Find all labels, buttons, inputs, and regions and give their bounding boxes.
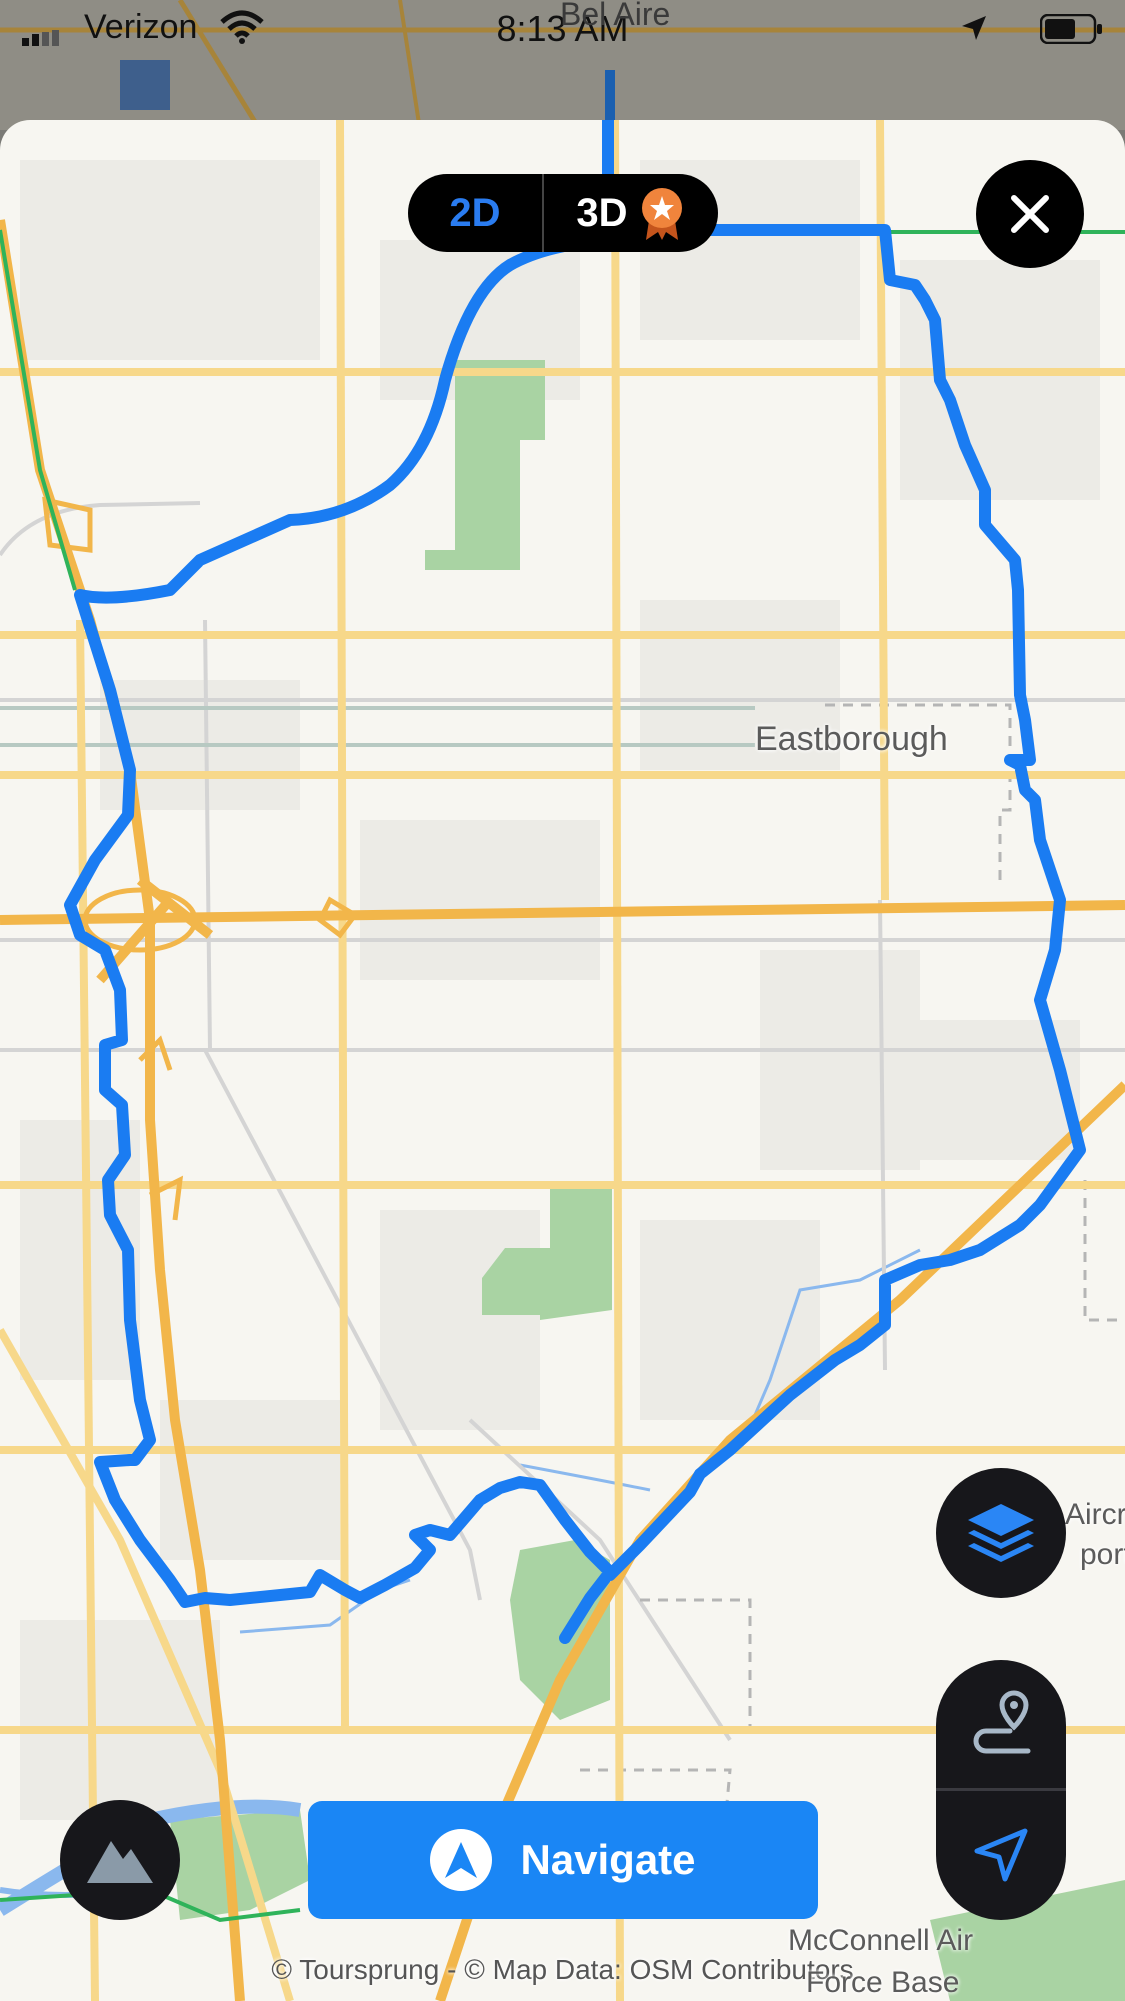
premium-badge-icon xyxy=(641,188,682,240)
place-label-airbase-2: Force Base xyxy=(806,1966,960,1999)
place-label-center: Eastborough xyxy=(755,720,948,758)
view-3d-label: 3D xyxy=(576,190,628,235)
place-label-airport-1: Aircr xyxy=(1065,1498,1125,1531)
map-sheet: Eastborough Aircr port McConnell Air 2D … xyxy=(0,120,1125,2001)
map-tools-group xyxy=(936,1660,1066,1920)
layers-icon xyxy=(968,1504,1034,1562)
navigate-label: Navigate xyxy=(520,1836,696,1883)
place-label-top: Bel Aire xyxy=(560,0,671,32)
close-icon xyxy=(1011,195,1049,233)
view-3d-option[interactable]: 3D xyxy=(544,174,718,252)
locate-me-button[interactable] xyxy=(936,1791,1066,1919)
mountain-icon xyxy=(87,1841,153,1883)
view-mode-toggle: 2D 3D xyxy=(408,174,718,252)
battery-icon xyxy=(1040,14,1102,44)
route-overview-button[interactable] xyxy=(936,1660,1066,1788)
place-label-airbase-1: McConnell Air xyxy=(788,1924,974,1957)
terrain-button[interactable] xyxy=(60,1800,180,1920)
navigation-arrow-icon xyxy=(430,1829,493,1891)
map-layers-button[interactable] xyxy=(936,1468,1066,1598)
location-arrow-icon xyxy=(974,1828,1028,1882)
navigate-button[interactable]: Navigate xyxy=(308,1801,818,1919)
route-pin-icon xyxy=(973,1690,1031,1754)
view-2d-option[interactable]: 2D xyxy=(408,174,544,252)
close-button[interactable] xyxy=(976,160,1084,268)
place-label-airport-2: port xyxy=(1080,1538,1125,1571)
location-services-icon xyxy=(962,16,986,40)
